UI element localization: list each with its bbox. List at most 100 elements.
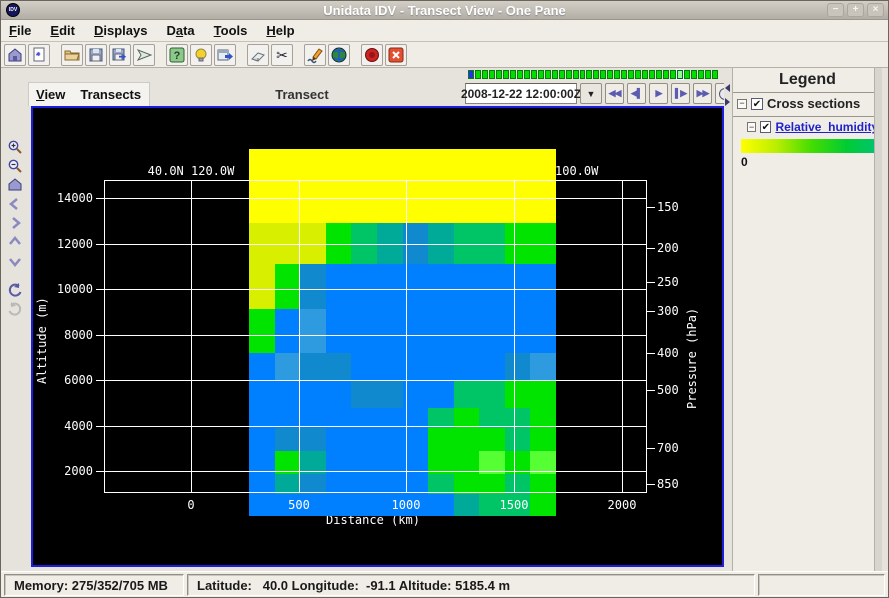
legend-scrollbar[interactable]	[874, 68, 882, 571]
timeline-step[interactable]	[524, 70, 530, 79]
timeline-step[interactable]	[607, 70, 613, 79]
timeline-step[interactable]	[635, 70, 641, 79]
timeline-step[interactable]	[621, 70, 627, 79]
pan-left-button[interactable]	[4, 195, 26, 212]
title-bar[interactable]: IDV Unidata IDV - Transect View - One Pa…	[1, 1, 888, 20]
timeline-step[interactable]	[600, 70, 606, 79]
eraser-icon	[249, 46, 267, 64]
timeline-step[interactable]	[531, 70, 537, 79]
exit-button[interactable]	[385, 44, 407, 66]
globe-button[interactable]	[328, 44, 350, 66]
step-back-button[interactable]: ◀▌	[627, 83, 646, 104]
timeline-step[interactable]	[698, 70, 704, 79]
close-button[interactable]: ×	[867, 3, 884, 17]
fast-forward-button[interactable]: ▶▶	[693, 83, 712, 104]
timeline-step[interactable]	[538, 70, 544, 79]
timeline-step[interactable]	[475, 70, 481, 79]
main-toolbar: ? ✂	[1, 42, 888, 68]
maximize-button[interactable]: +	[847, 3, 864, 17]
timeline-step[interactable]	[566, 70, 572, 79]
show-dashboard-button[interactable]	[4, 44, 26, 66]
publish-button[interactable]	[133, 44, 155, 66]
collapse-section-button[interactable]: −	[737, 99, 747, 109]
display-control-link[interactable]: Relative_humidity -_	[775, 120, 882, 134]
drawing-button[interactable]	[304, 44, 326, 66]
field-selector-button[interactable]: ?	[166, 44, 188, 66]
timeline-step[interactable]	[545, 70, 551, 79]
timeline-step[interactable]	[489, 70, 495, 79]
heatmap-cell	[403, 149, 428, 179]
timeline-step[interactable]	[586, 70, 592, 79]
timeline-step[interactable]	[559, 70, 565, 79]
step-forward-button[interactable]: ▌▶	[671, 83, 690, 104]
pan-up-button[interactable]	[4, 233, 26, 250]
pan-down-button[interactable]	[4, 252, 26, 269]
menu-edit[interactable]: Edit	[50, 23, 86, 38]
cut-button[interactable]: ✂	[271, 44, 293, 66]
show-display-window-button[interactable]	[214, 44, 236, 66]
heatmap-cell	[505, 149, 530, 179]
new-display-button[interactable]	[28, 44, 50, 66]
save-as-button[interactable]	[109, 44, 131, 66]
timeline-step[interactable]	[663, 70, 669, 79]
stop-button[interactable]	[361, 44, 383, 66]
timeline-step[interactable]	[656, 70, 662, 79]
time-dropdown-button[interactable]: ▼	[580, 83, 602, 104]
menu-view[interactable]: View	[36, 87, 76, 102]
transect-display-panel[interactable]: Location 40.0N 120.0W 40.0N 100.0W Altit…	[31, 106, 724, 567]
altitude-tick-label: 10000	[41, 282, 93, 296]
timeline-step[interactable]	[705, 70, 711, 79]
timeline-step[interactable]	[517, 70, 523, 79]
redo-button[interactable]	[4, 300, 26, 317]
timeline-step[interactable]	[593, 70, 599, 79]
timeline-step[interactable]	[580, 70, 586, 79]
timeline-step[interactable]	[573, 70, 579, 79]
menu-tools[interactable]: Tools	[214, 23, 259, 38]
menu-data[interactable]: Data	[166, 23, 205, 38]
x-tick-label: 500	[269, 498, 329, 512]
play-button[interactable]: ▶	[649, 83, 668, 104]
timeline-step[interactable]	[482, 70, 488, 79]
timeline-step[interactable]	[468, 70, 474, 79]
rewind-button[interactable]: ◀◀	[605, 83, 624, 104]
pan-right-button[interactable]	[4, 214, 26, 231]
menu-transects[interactable]: Transects	[80, 87, 152, 102]
zoom-out-button[interactable]	[4, 157, 26, 174]
heatmap-cell	[454, 494, 479, 516]
timeline-step[interactable]	[670, 70, 676, 79]
time-field[interactable]: 2008-12-22 12:00:00Z	[465, 83, 577, 104]
timeline-step[interactable]	[691, 70, 697, 79]
timeline-step[interactable]	[712, 70, 718, 79]
collapse-item-button[interactable]: −	[747, 122, 756, 132]
item-visibility-checkbox[interactable]: ✔	[760, 121, 771, 133]
timeline-step[interactable]	[552, 70, 558, 79]
collapse-left-icon[interactable]	[725, 84, 730, 92]
data-chooser-button[interactable]	[190, 44, 212, 66]
timeline-step[interactable]	[642, 70, 648, 79]
timeline-step[interactable]	[614, 70, 620, 79]
timeline-step[interactable]	[503, 70, 509, 79]
zoom-in-button[interactable]	[4, 138, 26, 155]
legend-colorbar[interactable]	[741, 139, 882, 153]
heatmap-cell	[454, 149, 479, 179]
timeline-step[interactable]	[649, 70, 655, 79]
save-button[interactable]	[85, 44, 107, 66]
timeline-step[interactable]	[684, 70, 690, 79]
section-visibility-checkbox[interactable]: ✔	[751, 98, 763, 110]
undo-button[interactable]	[4, 281, 26, 298]
minimize-button[interactable]: −	[827, 3, 844, 17]
home-view-button[interactable]	[4, 176, 26, 193]
menu-help[interactable]: Help	[266, 23, 305, 38]
menu-file[interactable]: File	[9, 23, 42, 38]
timeline-step[interactable]	[628, 70, 634, 79]
remove-displays-button[interactable]	[247, 44, 269, 66]
menu-displays[interactable]: Displays	[94, 23, 158, 38]
time-animation-strip	[468, 70, 718, 81]
collapse-right-icon[interactable]	[725, 98, 730, 106]
timeline-step[interactable]	[677, 70, 683, 79]
timeline-step[interactable]	[510, 70, 516, 79]
legend-panel: Legend − ✔ Cross sections − ✔ Relative_h…	[732, 68, 882, 571]
timeline-step[interactable]	[496, 70, 502, 79]
open-file-button[interactable]	[61, 44, 83, 66]
split-pane-divider[interactable]	[724, 68, 732, 571]
